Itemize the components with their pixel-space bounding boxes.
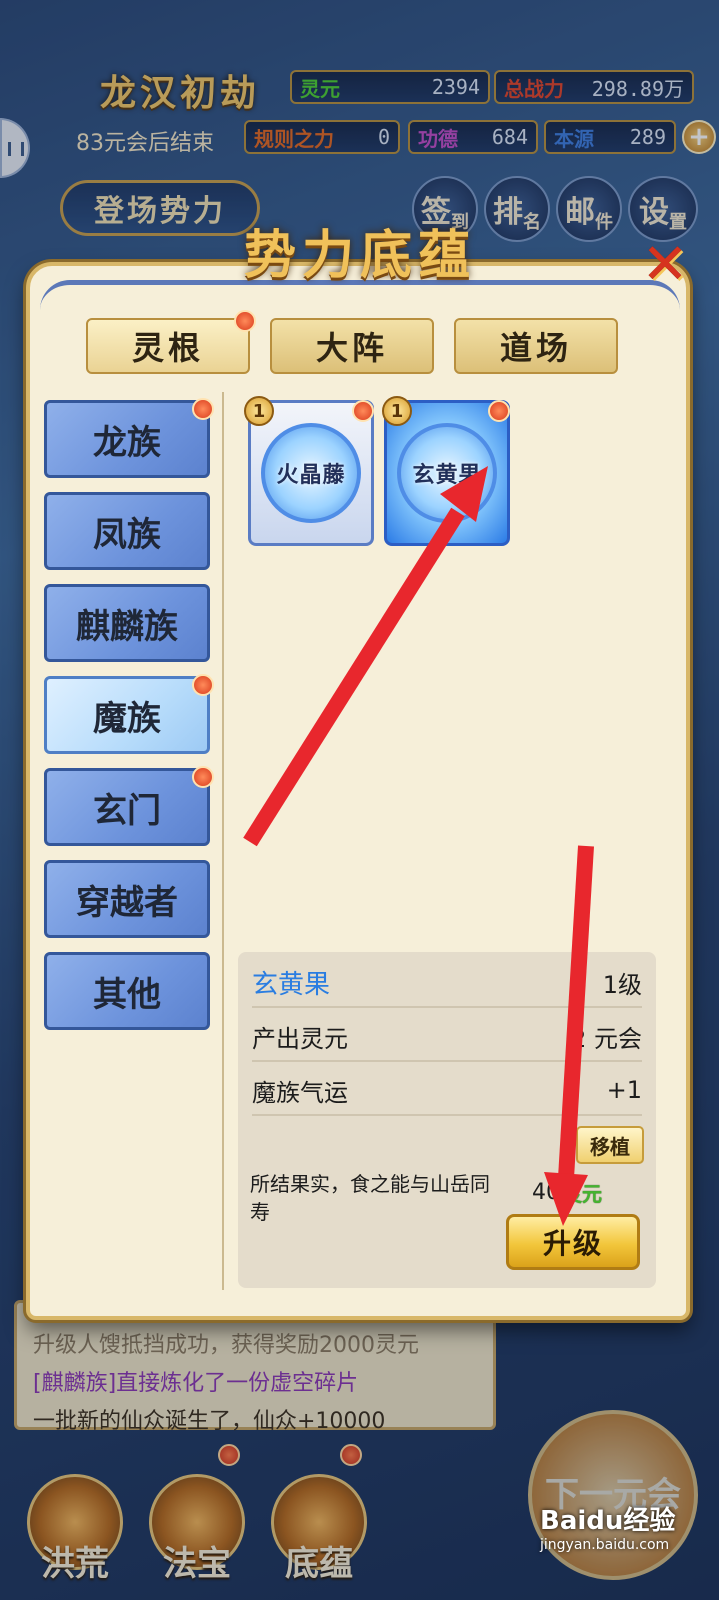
watermark-brand: Baidu经验	[540, 1506, 676, 1536]
notification-dot	[234, 310, 256, 332]
notification-dot	[192, 398, 214, 420]
item-card-name: 火晶藤	[276, 463, 346, 488]
notification-dot	[192, 766, 214, 788]
upgrade-cost: 40 灵元	[532, 1176, 642, 1208]
huojingteng-emblem-icon: 火晶藤	[261, 423, 361, 523]
detail-header-row: 玄黄果 1级	[252, 958, 642, 1008]
category-mozu[interactable]: 魔族	[44, 676, 210, 754]
category-qilinzu[interactable]: 麒麟族	[44, 584, 210, 662]
category-xuanmen[interactable]: 玄门	[44, 768, 210, 846]
item-description: 所结果实，食之能与山岳同寿	[250, 1172, 490, 1224]
level-badge: 1	[244, 396, 274, 426]
tab-daochang[interactable]: 道场	[454, 318, 618, 374]
notification-dot	[488, 400, 510, 422]
notification-dot	[352, 400, 374, 422]
baidu-watermark: Baidu经验 jingyan.baidu.com	[540, 1500, 710, 1560]
watermark-url: jingyan.baidu.com	[540, 1537, 670, 1553]
category-qita[interactable]: 其他	[44, 952, 210, 1030]
panel-divider	[222, 392, 224, 1290]
detail-row-label: 魔族气运	[252, 1078, 348, 1107]
detail-row-value: +1	[606, 1076, 642, 1104]
tab-linggen[interactable]: 灵根	[86, 318, 250, 374]
cost-amount: 40	[532, 1179, 560, 1205]
notification-dot	[192, 674, 214, 696]
detail-row-fortune: 魔族气运 +1	[252, 1066, 642, 1116]
category-fengzu[interactable]: 凤族	[44, 492, 210, 570]
detail-row-label: 产出灵元	[252, 1024, 348, 1053]
detail-row-output: 产出灵元 2 元会	[252, 1012, 642, 1062]
category-chuanyuezhe[interactable]: 穿越者	[44, 860, 210, 938]
transplant-button[interactable]: 移植	[576, 1126, 644, 1164]
detail-item-name: 玄黄果	[252, 969, 331, 1000]
level-badge: 1	[382, 396, 412, 426]
upgrade-button[interactable]: 升级	[506, 1214, 640, 1270]
detail-row-value: 2 元会	[571, 1024, 642, 1053]
cost-resource: 灵元	[562, 1181, 602, 1206]
xuanhuangguo-emblem-icon: 玄黄果	[397, 423, 497, 523]
close-icon[interactable]: ✕	[636, 236, 694, 294]
tab-dazhen[interactable]: 大阵	[270, 318, 434, 374]
detail-item-level: 1级	[602, 970, 642, 999]
item-card-name: 玄黄果	[412, 463, 482, 488]
category-longzu[interactable]: 龙族	[44, 400, 210, 478]
dialog-title: 势力底蕴	[243, 225, 476, 286]
